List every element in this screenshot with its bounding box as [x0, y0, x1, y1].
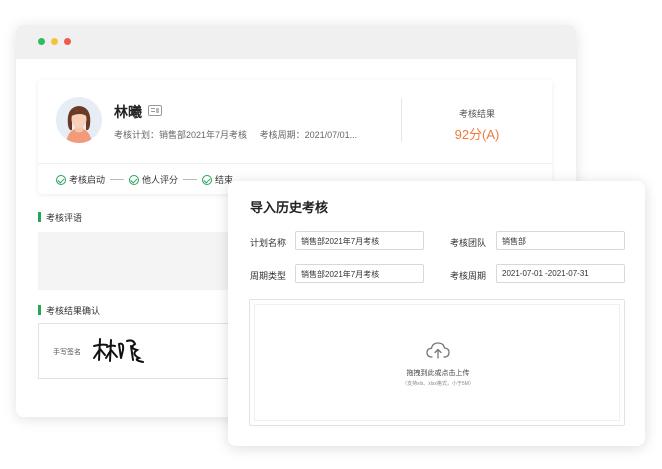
period-info: 考核周期：2021/07/01... [260, 130, 358, 140]
profile-card: 林曦 考核计划：销售部2021年7月考核 考核周期：2021/07/01... … [38, 80, 552, 194]
avatar-illustration [56, 97, 102, 143]
dialog-title: 导入历史考核 [250, 200, 329, 215]
check-circle-icon [129, 174, 140, 185]
profile-name: 林曦 [114, 104, 142, 120]
step-connector [183, 179, 198, 180]
plan-name-input[interactable]: 销售部2021年7月考核 [295, 231, 424, 250]
plan-name-label: 计划名称 [250, 238, 287, 248]
window-dot-red[interactable] [64, 38, 71, 45]
plan-info: 考核计划：销售部2021年7月考核 [114, 130, 247, 140]
result-label: 考核结果 [458, 109, 495, 119]
period-value: 2021/07/01... [304, 130, 358, 140]
check-circle-icon [202, 174, 213, 185]
step-label: 考核启动 [69, 175, 106, 185]
step-start: 考核启动 [56, 173, 105, 186]
team-input[interactable]: 销售部 [496, 231, 625, 250]
result-value: 92分(A) [454, 127, 500, 142]
progress-steps: 考核启动 他人评分 结束 [56, 173, 233, 186]
signature-label: 手写签名 [53, 349, 81, 356]
window-dot-green[interactable] [38, 38, 45, 45]
upload-dropzone-inner [254, 304, 620, 421]
upload-text: 拖拽到此或点击上传 [406, 370, 470, 377]
profile-meta: 考核计划：销售部2021年7月考核 考核周期：2021/07/01... [114, 128, 367, 141]
period-label: 考核周期： [259, 130, 305, 140]
upload-dropzone[interactable]: 拖拽到此或点击上传 （支持xls、xlsx格式，小于5M） [249, 299, 625, 426]
window-dot-yellow[interactable] [51, 38, 58, 45]
confirm-section-title: 考核结果确认 [38, 304, 100, 317]
id-card-icon[interactable] [148, 105, 162, 116]
period-type-label: 周期类型 [250, 271, 287, 281]
step-peer-review: 他人评分 [129, 173, 178, 186]
plan-value: 销售部2021年7月考核 [159, 130, 248, 140]
plan-label: 考核计划： [114, 130, 160, 140]
handwritten-signature [93, 338, 144, 363]
check-circle-icon [56, 174, 66, 185]
step-connector [110, 179, 125, 180]
period-input[interactable]: 2021-07-01 -2021-07-31 [496, 264, 625, 283]
team-label: 考核团队 [450, 238, 487, 248]
window-titlebar [16, 25, 576, 59]
step-label: 他人评分 [142, 175, 179, 185]
avatar [56, 97, 102, 143]
period-type-input[interactable]: 销售部2021年7月考核 [295, 264, 424, 283]
upload-hint: （支持xls、xlsx格式，小于5M） [402, 381, 474, 387]
review-section-title: 考核评语 [38, 211, 82, 224]
cloud-upload-icon [426, 342, 450, 359]
period-label: 考核周期 [450, 271, 487, 281]
import-history-dialog: 导入历史考核 计划名称 销售部2021年7月考核 考核团队 销售部 周期类型 销… [228, 181, 645, 446]
